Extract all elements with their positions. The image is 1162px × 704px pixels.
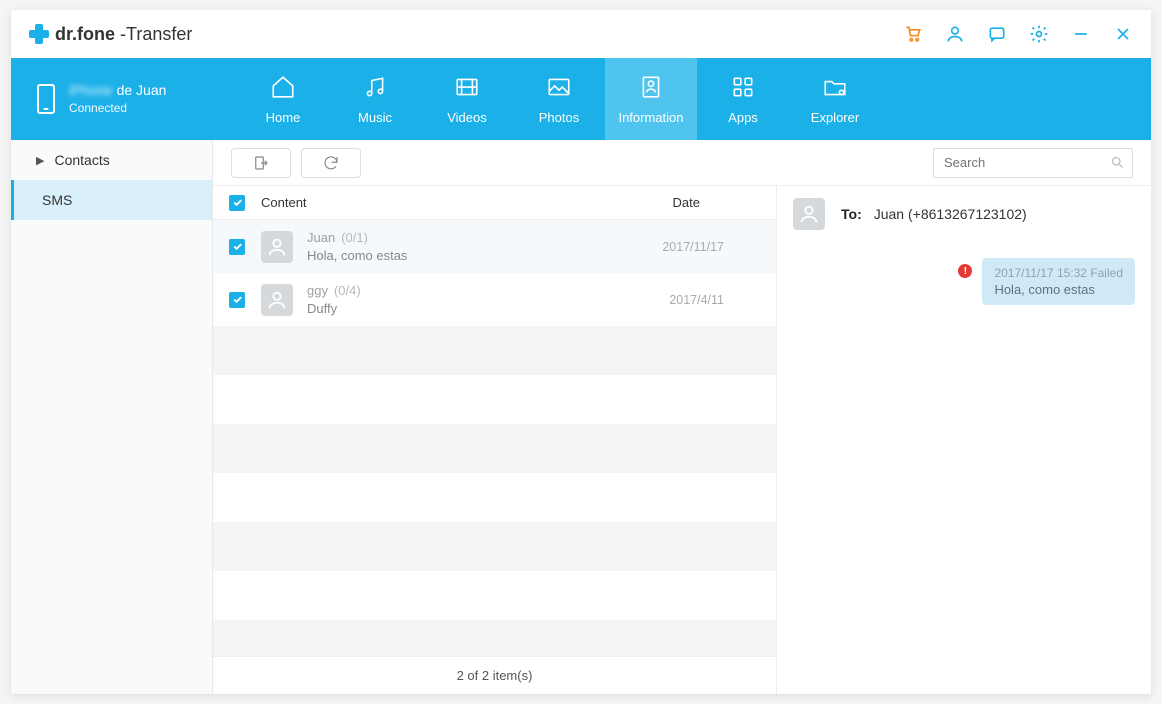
sidebar-item-sms[interactable]: SMS <box>11 180 212 220</box>
export-button[interactable] <box>231 148 291 178</box>
cart-icon[interactable] <box>903 24 923 44</box>
toolbar <box>213 140 1151 186</box>
avatar-icon <box>793 198 825 230</box>
device-status: Connected <box>69 100 166 117</box>
tab-home[interactable]: Home <box>237 58 329 140</box>
message-bubble: 2017/11/17 15:32 Failed Hola, como estas <box>982 258 1135 305</box>
navbar: iPhonede Juan Connected Home Music Video… <box>11 58 1151 140</box>
avatar-icon <box>261 231 293 263</box>
refresh-button[interactable] <box>301 148 361 178</box>
message-body: Hola, como estas <box>994 282 1123 297</box>
app-logo: dr.fone -Transfer <box>29 24 192 45</box>
tab-videos[interactable]: Videos <box>421 58 513 140</box>
sms-row[interactable]: Juan(0/1) Hola, como estas 2017/11/17 <box>213 220 776 273</box>
chevron-right-icon: ▶ <box>36 154 44 167</box>
tab-information[interactable]: Information <box>605 58 697 140</box>
empty-row <box>213 473 776 522</box>
message-meta: 2017/11/17 15:32 Failed <box>994 266 1123 280</box>
checkbox-row[interactable] <box>229 239 245 255</box>
logo-plus-icon <box>29 24 49 44</box>
app-title: dr.fone -Transfer <box>55 24 192 45</box>
search-icon <box>1110 155 1125 175</box>
checkbox-all[interactable] <box>229 195 245 211</box>
tab-apps[interactable]: Apps <box>697 58 789 140</box>
device-name-blur: iPhone <box>69 82 113 98</box>
tab-music[interactable]: Music <box>329 58 421 140</box>
tab-explorer[interactable]: Explorer <box>789 58 881 140</box>
tab-photos[interactable]: Photos <box>513 58 605 140</box>
close-icon[interactable] <box>1113 24 1133 44</box>
to-value: Juan (+8613267123102) <box>874 206 1027 222</box>
list-footer: 2 of 2 item(s) <box>213 656 776 694</box>
empty-row <box>213 620 776 656</box>
minimize-icon[interactable] <box>1071 24 1091 44</box>
feedback-icon[interactable] <box>987 24 1007 44</box>
app-window: dr.fone -Transfer <box>11 10 1151 694</box>
sidebar-item-contacts[interactable]: ▶ Contacts <box>11 140 212 180</box>
search-input[interactable] <box>933 148 1133 178</box>
device-panel[interactable]: iPhonede Juan Connected <box>11 58 237 140</box>
empty-row <box>213 522 776 571</box>
list-header: Content Date <box>213 186 776 220</box>
to-label: To: <box>841 206 862 222</box>
checkbox-row[interactable] <box>229 292 245 308</box>
sms-list: Content Date Juan(0/1) Hola, como estas … <box>213 186 777 694</box>
phone-icon <box>37 84 55 114</box>
settings-icon[interactable] <box>1029 24 1049 44</box>
empty-row <box>213 424 776 473</box>
col-date: Date <box>673 195 700 210</box>
detail-panel: To: Juan (+8613267123102) ! 2017/11/17 1… <box>777 186 1151 694</box>
empty-row <box>213 571 776 620</box>
empty-row <box>213 375 776 424</box>
user-icon[interactable] <box>945 24 965 44</box>
sidebar: ▶ Contacts SMS <box>11 140 213 694</box>
avatar-icon <box>261 284 293 316</box>
empty-row <box>213 326 776 375</box>
error-icon: ! <box>958 264 972 278</box>
titlebar: dr.fone -Transfer <box>11 10 1151 58</box>
col-content: Content <box>261 195 307 210</box>
sms-row[interactable]: ggy(0/4) Duffy 2017/4/11 <box>213 273 776 326</box>
device-name-suffix: de Juan <box>117 82 167 98</box>
